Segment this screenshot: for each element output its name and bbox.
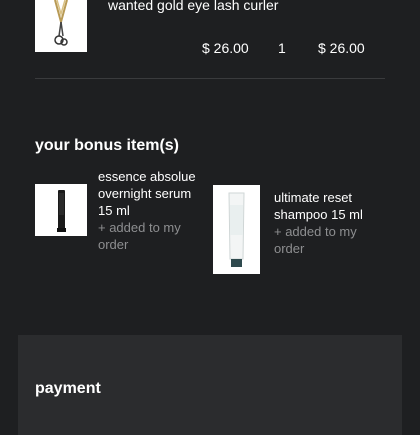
product-name[interactable]: wanted gold eye lash curler (108, 0, 278, 14)
bonus-items-heading: your bonus item(s) (35, 137, 180, 154)
product-total: $ 26.00 (318, 40, 365, 56)
cart-item-row: wanted gold eye lash curler $ 26.00 1 $ … (0, 0, 420, 80)
payment-section: payment (18, 335, 402, 435)
eyelash-curler-image[interactable] (35, 0, 87, 52)
bonus-item-name: essence absolue overnight serum 15 ml (98, 169, 196, 218)
product-price: $ 26.00 (202, 40, 249, 56)
product-quantity: 1 (278, 40, 286, 56)
divider (35, 78, 385, 79)
bonus-item-status[interactable]: + added to my order (274, 223, 374, 257)
payment-heading: payment (35, 380, 101, 397)
serum-tube-image (35, 184, 87, 236)
shampoo-tube-image (213, 185, 260, 274)
bonus-item-status[interactable]: + added to my order (98, 219, 198, 253)
bonus-item-name: ultimate reset shampoo 15 ml (274, 190, 363, 222)
